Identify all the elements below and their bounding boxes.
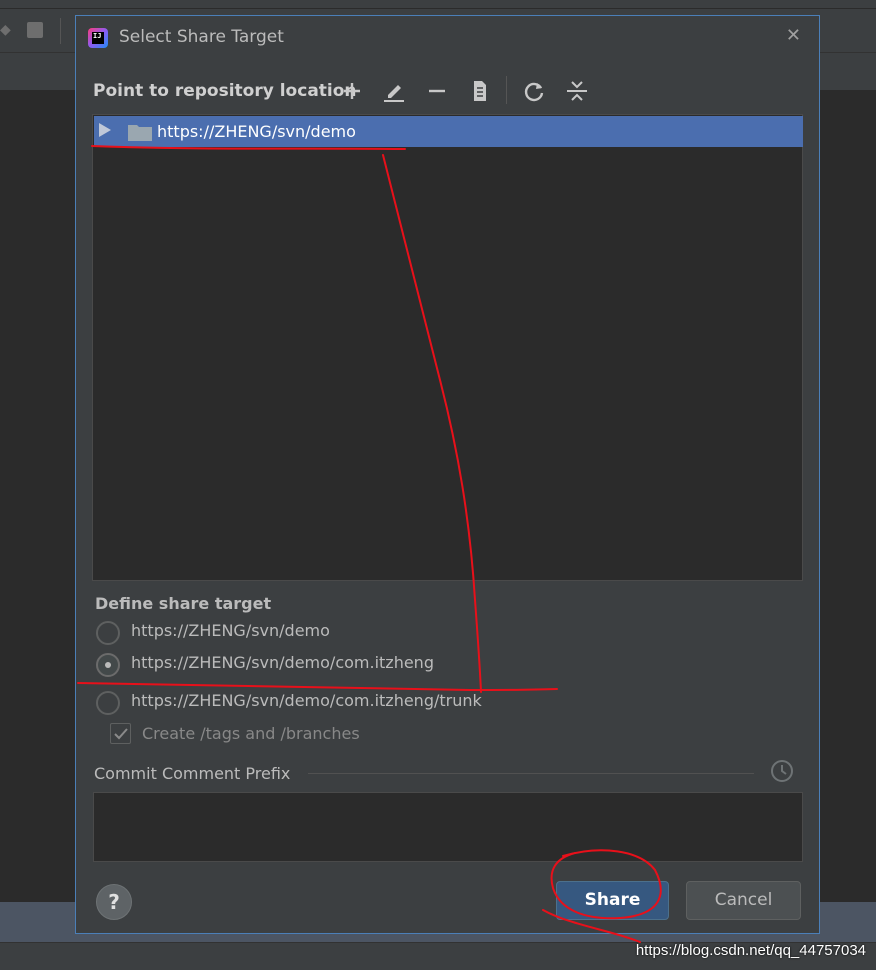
ide-divider bbox=[0, 8, 876, 9]
tree-item-label: https://ZHENG/svn/demo bbox=[157, 122, 356, 141]
debug-icon[interactable]: ◆ bbox=[0, 22, 11, 42]
radio-label: https://ZHENG/svn/demo bbox=[131, 621, 330, 640]
section-divider bbox=[308, 773, 754, 774]
toolbar-separator bbox=[506, 76, 507, 104]
help-button[interactable]: ? bbox=[96, 884, 132, 920]
radio-label: https://ZHENG/svn/demo/com.itzheng/trunk bbox=[131, 691, 482, 710]
refresh-icon[interactable] bbox=[521, 78, 547, 104]
radio-label: https://ZHENG/svn/demo/com.itzheng bbox=[131, 653, 434, 672]
browse-icon[interactable] bbox=[466, 78, 492, 104]
radio-button[interactable] bbox=[96, 691, 120, 715]
commit-comment-prefix-label: Commit Comment Prefix bbox=[94, 764, 291, 783]
dialog-titlebar: IJ Select Share Target ✕ bbox=[76, 16, 819, 60]
intellij-logo-icon: IJ bbox=[88, 28, 108, 48]
add-icon[interactable] bbox=[339, 78, 365, 104]
history-clock-icon[interactable] bbox=[769, 758, 795, 784]
create-tags-label: Create /tags and /branches bbox=[142, 724, 360, 743]
share-button[interactable]: Share bbox=[556, 881, 669, 920]
repository-location-label: Point to repository location bbox=[93, 81, 357, 101]
expand-arrow-icon[interactable] bbox=[98, 122, 112, 138]
remove-icon[interactable] bbox=[424, 78, 450, 104]
stop-icon[interactable] bbox=[27, 22, 43, 38]
watermark: https://blog.csdn.net/qq_44757034 bbox=[635, 942, 866, 959]
collapse-icon[interactable] bbox=[564, 78, 590, 104]
toolbar-separator bbox=[60, 18, 61, 44]
repository-tree[interactable]: https://ZHENG/svn/demo bbox=[92, 114, 803, 581]
radio-button[interactable] bbox=[96, 621, 120, 645]
close-button[interactable]: ✕ bbox=[786, 25, 801, 46]
commit-prefix-input[interactable] bbox=[93, 792, 803, 862]
create-tags-checkbox bbox=[110, 723, 131, 744]
radio-button-checked[interactable] bbox=[96, 653, 120, 677]
tree-item-demo[interactable]: https://ZHENG/svn/demo bbox=[94, 116, 803, 147]
dialog-title: Select Share Target bbox=[119, 27, 284, 47]
cancel-button[interactable]: Cancel bbox=[686, 881, 801, 920]
folder-icon bbox=[128, 123, 152, 141]
select-share-target-dialog: IJ Select Share Target ✕ Point to reposi… bbox=[75, 15, 820, 934]
edit-icon[interactable] bbox=[381, 78, 407, 104]
define-share-target-label: Define share target bbox=[95, 594, 272, 613]
